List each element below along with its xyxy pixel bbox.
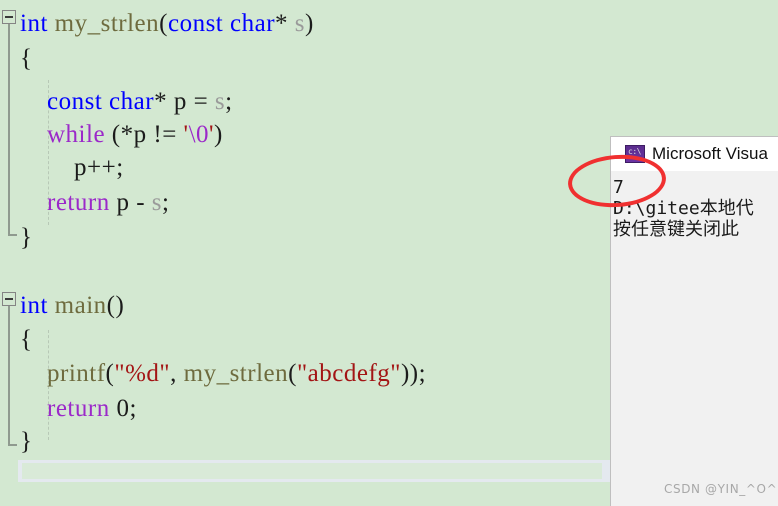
console-titlebar[interactable]: Microsoft Visua [611, 137, 778, 171]
code-line-11[interactable]: { [20, 322, 33, 357]
console-output-prompt: 按任意键关闭此 [613, 219, 739, 240]
code-token: my_strlen [54, 10, 160, 37]
horizontal-scrollbar[interactable] [18, 460, 611, 482]
code-line-4[interactable]: const char* p = s; [20, 84, 233, 119]
code-token: return [47, 395, 110, 422]
code-token: int [20, 10, 48, 37]
watermark-text: CSDN @YIN_^O^ [664, 482, 778, 496]
code-token: while [47, 121, 106, 148]
console-window-title: Microsoft Visua [652, 144, 768, 163]
code-token: { [20, 326, 33, 353]
code-token: } [20, 428, 33, 455]
code-token: ( [288, 360, 297, 387]
code-token: s [294, 10, 306, 37]
code-token: () [106, 292, 125, 319]
code-token: ; [162, 189, 170, 216]
code-line-10[interactable]: int main() [20, 288, 124, 323]
code-line-2[interactable]: { [20, 41, 33, 76]
code-line-15[interactable]: } [20, 424, 33, 459]
code-line-7[interactable]: return p - s; [20, 185, 169, 220]
code-token: p++; [20, 154, 124, 181]
code-token: \0 [188, 121, 210, 148]
code-token: s [214, 88, 226, 115]
code-token: int [20, 292, 48, 319]
console-output-area: 7 D:\gitee本地代 按任意键关闭此 [611, 171, 778, 240]
code-token: { [20, 45, 33, 72]
code-token: ) [214, 121, 223, 148]
console-window[interactable]: Microsoft Visua 7 D:\gitee本地代 按任意键关闭此 [610, 136, 778, 506]
console-output-path: D:\gitee本地代 [613, 198, 754, 219]
code-token: char [230, 10, 276, 37]
code-line-5[interactable]: while (*p != '\0') [20, 117, 223, 152]
code-token: "%d" [114, 360, 171, 387]
code-token: ; [225, 88, 233, 115]
code-token: ) [305, 10, 314, 37]
code-token: 0 [116, 395, 130, 422]
code-token: char [109, 88, 155, 115]
code-token: return [47, 189, 110, 216]
code-token: printf [47, 360, 106, 387]
code-token: "abcdefg" [296, 360, 401, 387]
code-line-13[interactable]: printf("%d", my_strlen("abcdefg")); [20, 356, 426, 391]
console-app-icon [625, 145, 645, 163]
code-token: my_strlen [183, 360, 289, 387]
code-token: ; [129, 395, 137, 422]
code-line-8[interactable]: } [20, 220, 33, 255]
code-token: (*p != [105, 121, 184, 148]
code-token: const [167, 10, 224, 37]
code-token: )); [400, 360, 427, 387]
code-token: * p = [154, 88, 215, 115]
code-token: , [170, 360, 184, 387]
code-line-14[interactable]: return 0; [20, 391, 137, 426]
code-token: ( [159, 10, 168, 37]
code-token: } [20, 224, 33, 251]
console-output-value-7: 7 [613, 177, 624, 198]
code-text-area[interactable]: int my_strlen(const char* s) { const cha… [0, 0, 612, 506]
code-token: const [47, 88, 103, 115]
screenshot-root: int my_strlen(const char* s) { const cha… [0, 0, 778, 506]
horizontal-scrollbar-thumb[interactable] [22, 463, 602, 479]
code-token: s [151, 189, 163, 216]
code-token: main [54, 292, 107, 319]
code-token: * [275, 10, 295, 37]
code-line-1[interactable]: int my_strlen(const char* s) [20, 6, 314, 41]
code-token: p - [109, 189, 152, 216]
code-line-6[interactable]: p++; [20, 150, 124, 185]
